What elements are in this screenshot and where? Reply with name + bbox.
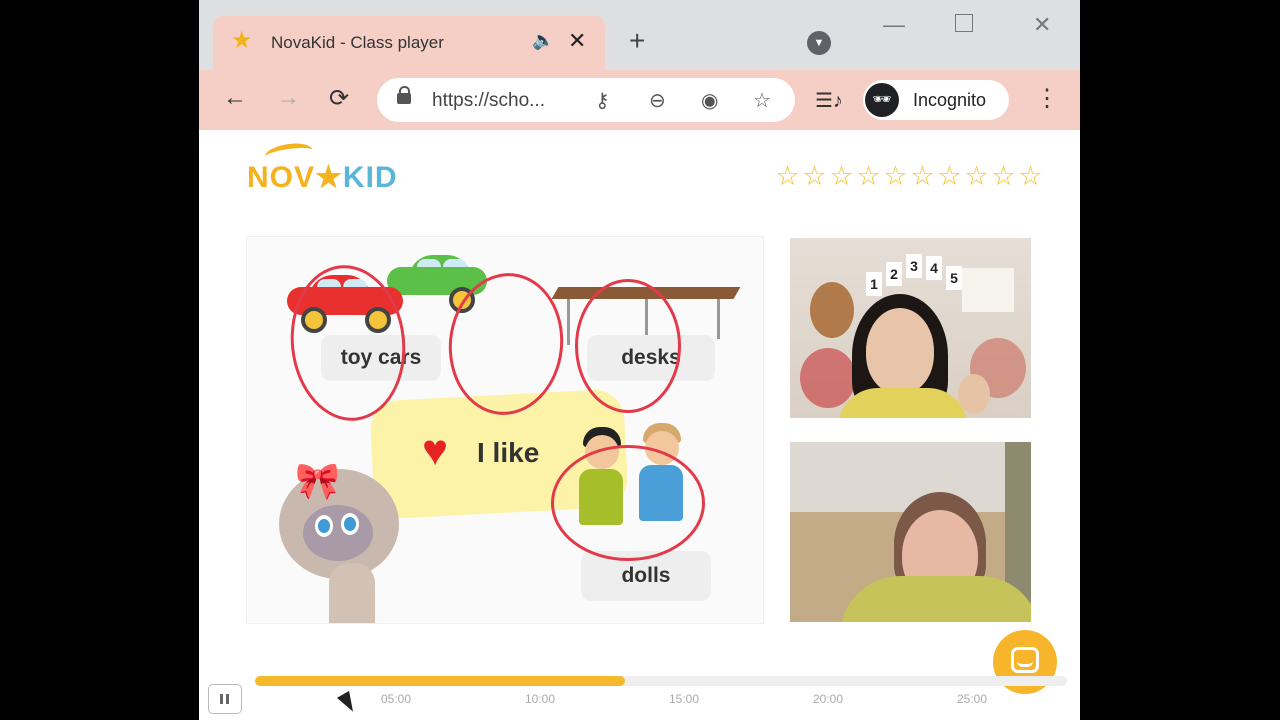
close-icon[interactable]: ✕ xyxy=(568,28,586,54)
rating-star-icon: ☆ xyxy=(964,161,989,191)
media-icon[interactable]: ☰♪ xyxy=(815,88,843,113)
browser-window: ★ NovaKid - Class player 🔈 ✕ + ▼ — ✕ ← →… xyxy=(199,0,1080,720)
lock-icon[interactable] xyxy=(397,86,411,104)
incognito-badge[interactable]: 🕶 Incognito xyxy=(863,80,1009,120)
eye-slash-icon[interactable]: ◉ xyxy=(701,88,718,113)
time-tick: 05:00 xyxy=(381,692,412,706)
star-icon: ★ xyxy=(231,27,253,54)
rating-star-icon: ☆ xyxy=(883,161,908,191)
mouse-cursor xyxy=(336,690,360,716)
i-like-text: I like xyxy=(477,437,540,468)
tab-title: NovaKid - Class player xyxy=(271,33,444,52)
pink-bow-icon: 🎀 xyxy=(295,460,340,501)
reload-icon[interactable]: ⟳ xyxy=(329,84,349,113)
student-video[interactable] xyxy=(790,442,1031,622)
rating-star-icon: ☆ xyxy=(937,161,962,191)
url-text[interactable]: https://scho... xyxy=(432,90,545,112)
new-tab-button[interactable]: + xyxy=(629,26,645,56)
teacher-name-sign xyxy=(962,268,1014,312)
tab-novakid-class-player[interactable]: ★ NovaKid - Class player 🔈 ✕ xyxy=(213,16,605,72)
desk-leg xyxy=(717,299,720,339)
key-icon[interactable]: ⚷ xyxy=(595,88,610,113)
back-icon[interactable]: ← xyxy=(223,84,247,112)
teacher-video[interactable]: 1 2 3 4 5 xyxy=(790,238,1031,418)
annotation-circle xyxy=(551,445,705,561)
minimize-icon[interactable]: — xyxy=(883,12,905,38)
teacher-face xyxy=(866,308,934,394)
close-window-icon[interactable]: ✕ xyxy=(1033,12,1051,38)
zoom-out-icon[interactable]: ⊖ xyxy=(649,88,666,113)
star-bookmark-icon[interactable]: ☆ xyxy=(753,88,771,113)
rating-star-icon: ☆ xyxy=(991,161,1016,191)
cat-face xyxy=(303,505,373,561)
cat-body xyxy=(329,563,375,623)
pause-icon xyxy=(220,694,223,704)
address-bar[interactable]: https://scho... ⚷ ⊖ ◉ ☆ xyxy=(377,78,795,122)
menu-icon[interactable]: ⋮ xyxy=(1035,84,1059,113)
incognito-icon: 🕶 xyxy=(865,83,899,117)
time-tick: 25:00 xyxy=(957,692,988,706)
novakid-logo[interactable]: NOV★KID xyxy=(247,160,398,195)
playback-progress[interactable] xyxy=(255,676,1067,686)
chevron-down-icon[interactable]: ▼ xyxy=(807,31,831,55)
progress-fill xyxy=(255,676,626,686)
forward-icon[interactable]: → xyxy=(276,84,300,112)
desk-leg xyxy=(567,299,570,345)
pause-button[interactable] xyxy=(208,684,242,714)
logo-star-icon: ★ xyxy=(315,161,343,194)
incognito-label: Incognito xyxy=(913,90,987,110)
rating-star-icon: ☆ xyxy=(829,161,854,191)
time-tick: 10:00 xyxy=(525,692,556,706)
tab-strip: ★ NovaKid - Class player 🔈 ✕ + ▼ — ✕ xyxy=(199,0,1080,72)
class-player: NOV★KID ☆ ☆ ☆ ☆ ☆ ☆ ☆ ☆ ☆ ☆ toy cars desks xyxy=(199,130,1080,720)
rating-star-icon: ☆ xyxy=(802,161,827,191)
rating-star-icon: ☆ xyxy=(856,161,881,191)
browser-toolbar: ← → ⟳ https://scho... ⚷ ⊖ ◉ ☆ ☰♪ 🕶 Incog… xyxy=(199,70,1080,130)
lesson-slide[interactable]: toy cars desks ♥ I like 🎀 dolls xyxy=(246,236,764,716)
time-tick: 15:00 xyxy=(669,692,700,706)
rating-star-icon: ☆ xyxy=(1018,161,1043,191)
maximize-icon[interactable] xyxy=(955,14,973,32)
time-tick: 20:00 xyxy=(813,692,844,706)
annotation-circle xyxy=(575,279,681,413)
rating-star-icon: ☆ xyxy=(775,161,800,191)
speaker-icon[interactable]: 🔈 xyxy=(532,30,554,51)
heart-icon: ♥ xyxy=(422,426,449,475)
star-rating: ☆ ☆ ☆ ☆ ☆ ☆ ☆ ☆ ☆ ☆ xyxy=(774,161,1044,191)
rating-star-icon: ☆ xyxy=(910,161,935,191)
chat-icon xyxy=(1011,647,1039,673)
